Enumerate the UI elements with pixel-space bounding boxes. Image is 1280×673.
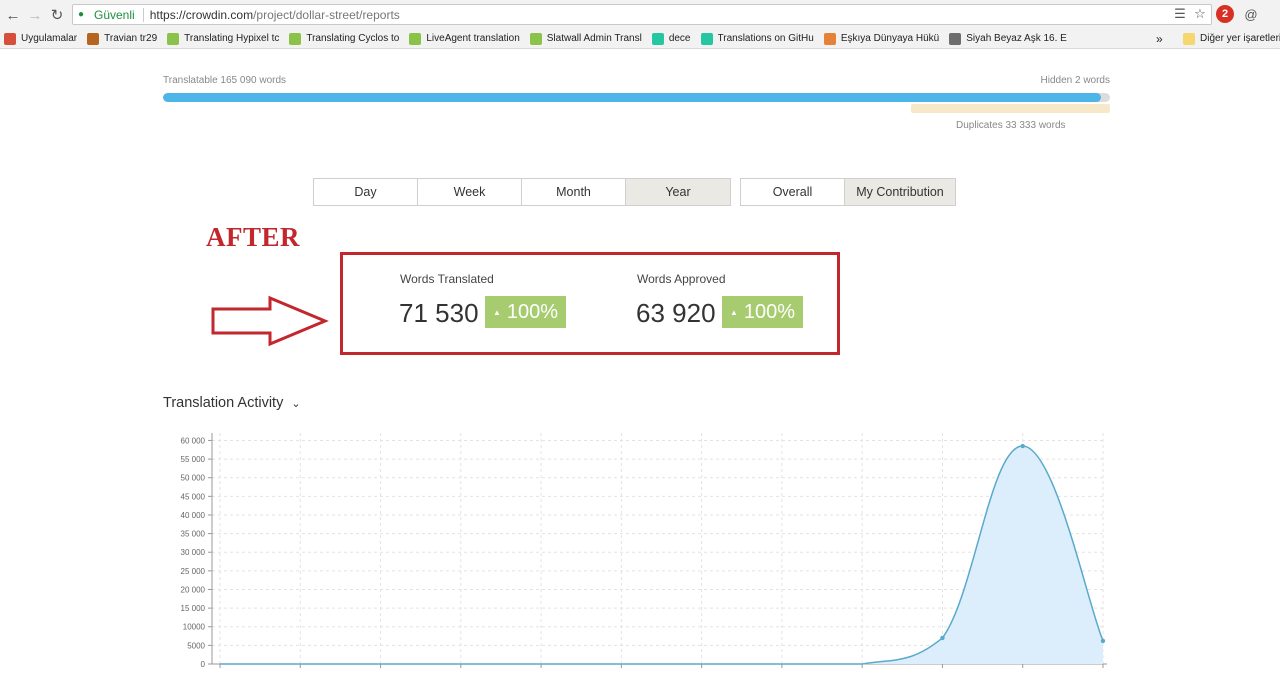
chart-data-point bbox=[1100, 638, 1106, 644]
chart-y-tick-label: 40 000 bbox=[181, 511, 206, 520]
chart-y-tick-label: 55 000 bbox=[181, 455, 206, 464]
chart-y-tick-label: 35 000 bbox=[181, 530, 206, 539]
translation-activity-chart: 0 5000 10000 15 000 20 000 25 000 30 000 35 000… bbox=[181, 433, 1107, 669]
chart-y-tick-label: 15 000 bbox=[181, 604, 206, 613]
chart-data-point bbox=[940, 635, 945, 641]
chart-y-tick-label: 20 000 bbox=[181, 585, 206, 594]
chart-y-tick-label: 60 000 bbox=[181, 436, 206, 445]
chart-y-tick-label: 50 000 bbox=[181, 474, 206, 483]
chart-area-fill bbox=[220, 446, 1103, 664]
chart-y-tick-label: 30 000 bbox=[181, 548, 206, 557]
page-content: Translatable 165 090 words Hidden 2 word… bbox=[0, 0, 1280, 669]
chart-y-tick-label: 5000 bbox=[187, 641, 205, 650]
chart-y-tick-label: 45 000 bbox=[181, 492, 206, 501]
chart-y-tick-label: 0 bbox=[201, 660, 206, 669]
chart-data-point bbox=[1020, 443, 1025, 449]
chart-y-tick-label: 25 000 bbox=[181, 567, 206, 576]
chart-y-tick-label: 10000 bbox=[183, 623, 206, 632]
